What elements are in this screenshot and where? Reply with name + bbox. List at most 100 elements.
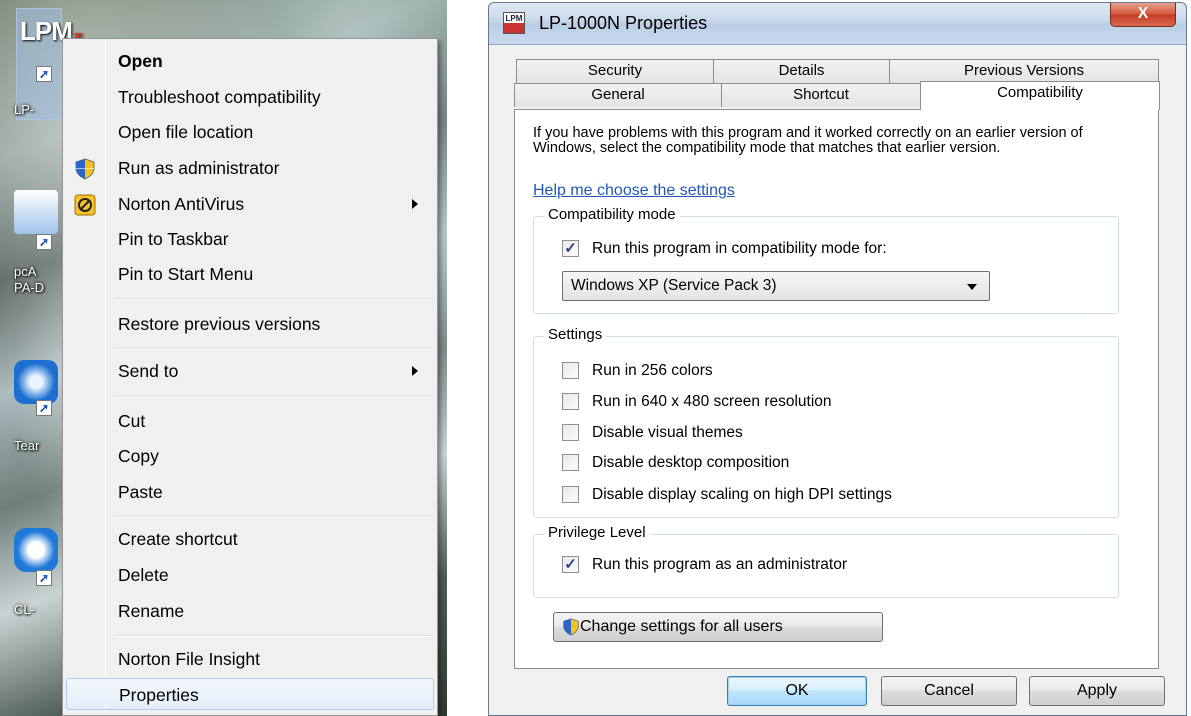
norton-icon bbox=[74, 194, 96, 216]
menu-item-open[interactable]: Open bbox=[66, 45, 434, 77]
menu-item-label: Pin to Start Menu bbox=[118, 264, 254, 284]
program-icon bbox=[14, 190, 58, 234]
menu-item-label: Paste bbox=[118, 482, 163, 502]
change-settings-all-users-button[interactable]: Change settings for all users bbox=[553, 612, 883, 642]
tab-shortcut[interactable]: Shortcut bbox=[721, 83, 921, 107]
menu-item-label: Delete bbox=[118, 565, 169, 585]
dialog-body: Security Details Previous Versions Gener… bbox=[495, 45, 1180, 715]
properties-dialog: LPM LP-1000N Properties X Security Detai… bbox=[488, 2, 1187, 716]
menu-item-label: Send to bbox=[118, 361, 179, 381]
tab-security[interactable]: Security bbox=[516, 59, 714, 83]
chevron-down-icon bbox=[967, 284, 977, 290]
button-label: Change settings for all users bbox=[580, 618, 783, 635]
menu-item-rename[interactable]: Rename bbox=[66, 595, 434, 627]
menu-item-label: Properties bbox=[119, 685, 199, 705]
menu-item-label: Rename bbox=[118, 601, 185, 621]
desktop-icon-teamviewer[interactable]: ➚ Tear bbox=[14, 360, 62, 453]
submenu-arrow-icon bbox=[412, 199, 418, 209]
menu-item-run-as-administrator[interactable]: Run as administrator bbox=[66, 152, 434, 184]
teamviewer-icon bbox=[14, 360, 58, 404]
menu-item-pin-to-start-menu[interactable]: Pin to Start Menu bbox=[66, 258, 434, 290]
menu-item-cut[interactable]: Cut bbox=[66, 405, 434, 437]
checkbox-unchecked[interactable] bbox=[562, 362, 579, 379]
checkbox-unchecked[interactable] bbox=[562, 486, 579, 503]
group-title: Settings bbox=[544, 326, 607, 343]
menu-item-troubleshoot-compatibility[interactable]: Troubleshoot compatibility bbox=[66, 81, 434, 113]
shortcut-arrow-icon: ➚ bbox=[36, 66, 52, 82]
shortcut-arrow-icon: ➚ bbox=[36, 234, 52, 250]
desktop-icon-label: pcA PA-D bbox=[14, 264, 45, 295]
help-choose-settings-link[interactable]: Help me choose the settings bbox=[533, 182, 735, 200]
checkbox-label: Run this program in compatibility mode f… bbox=[592, 240, 887, 257]
checkbox-label: Disable desktop composition bbox=[592, 454, 790, 471]
checkbox-label: Run this program as an administrator bbox=[592, 556, 848, 573]
menu-item-label: Cut bbox=[118, 411, 146, 431]
menu-item-label: Norton AntiVirus bbox=[118, 194, 245, 214]
menu-item-pin-to-taskbar[interactable]: Pin to Taskbar bbox=[66, 223, 434, 255]
menu-separator bbox=[115, 298, 431, 300]
intro-text: If you have problems with this program a… bbox=[533, 125, 1083, 156]
group-title: Compatibility mode bbox=[544, 206, 680, 223]
menu-item-label: Create shortcut bbox=[118, 529, 238, 549]
settings-group: Settings Run in 256 colors Run in 640 x … bbox=[533, 326, 1119, 518]
checkbox-label: Run in 256 colors bbox=[592, 362, 713, 379]
menu-separator bbox=[115, 516, 431, 518]
checkbox-checked[interactable]: ✓ bbox=[562, 556, 579, 573]
checkbox-unchecked[interactable] bbox=[562, 424, 579, 441]
compat-os-dropdown[interactable]: Windows XP (Service Pack 3) bbox=[562, 271, 990, 301]
cancel-button[interactable]: Cancel bbox=[881, 676, 1017, 706]
menu-item-norton-file-insight[interactable]: Norton File Insight bbox=[66, 643, 434, 675]
menu-item-label: Open file location bbox=[118, 122, 254, 142]
tab-general[interactable]: General bbox=[514, 83, 722, 107]
dialog-titlebar[interactable]: LPM LP-1000N Properties X bbox=[489, 3, 1186, 45]
menu-item-label: Troubleshoot compatibility bbox=[118, 87, 321, 107]
menu-item-label: Copy bbox=[118, 446, 159, 466]
menu-item-delete[interactable]: Delete bbox=[66, 559, 434, 591]
ok-button[interactable]: OK bbox=[727, 676, 867, 706]
checkbox-checked[interactable]: ✓ bbox=[562, 240, 579, 257]
group-title: Privilege Level bbox=[544, 524, 650, 541]
tab-compatibility[interactable]: Compatibility bbox=[920, 81, 1160, 110]
menu-item-label: Pin to Taskbar bbox=[118, 229, 229, 249]
checkbox-label: Run in 640 x 480 screen resolution bbox=[592, 393, 832, 410]
dialog-title: LP-1000N Properties bbox=[539, 13, 708, 33]
apply-button[interactable]: Apply bbox=[1029, 676, 1165, 706]
desktop: LPMJE ➚ LP- ➚ pcA PA-D ➚ Tear ➚ CL- Open… bbox=[0, 0, 447, 716]
menu-separator bbox=[115, 396, 431, 398]
menu-separator bbox=[115, 348, 431, 350]
checkbox-label: Disable visual themes bbox=[592, 424, 743, 441]
lpm-app-icon: LPM bbox=[503, 12, 525, 34]
desktop-icon-cl[interactable]: ➚ CL- bbox=[14, 528, 62, 617]
shortcut-arrow-icon: ➚ bbox=[36, 400, 52, 416]
desktop-icon-pca[interactable]: ➚ pcA PA-D bbox=[14, 190, 62, 295]
compatibility-mode-group: Compatibility mode ✓ Run this program in… bbox=[533, 206, 1119, 314]
uac-shield-icon bbox=[75, 158, 95, 180]
shortcut-arrow-icon: ➚ bbox=[36, 570, 52, 586]
menu-item-norton-antivirus[interactable]: Norton AntiVirus bbox=[66, 188, 434, 220]
tab-previous-versions[interactable]: Previous Versions bbox=[889, 59, 1159, 83]
tab-details[interactable]: Details bbox=[713, 59, 890, 83]
menu-item-label: Norton File Insight bbox=[118, 649, 261, 669]
menu-item-label: Restore previous versions bbox=[118, 314, 321, 334]
compatibility-tab-panel: If you have problems with this program a… bbox=[514, 109, 1159, 669]
submenu-arrow-icon bbox=[412, 366, 418, 376]
menu-item-label: Run as administrator bbox=[118, 158, 280, 178]
privilege-level-group: Privilege Level ✓ Run this program as an… bbox=[533, 524, 1119, 598]
program-icon bbox=[14, 528, 58, 572]
menu-item-properties[interactable]: Properties bbox=[66, 678, 434, 710]
menu-item-restore-previous-versions[interactable]: Restore previous versions bbox=[66, 308, 434, 340]
menu-item-label: Open bbox=[118, 51, 163, 71]
menu-item-send-to[interactable]: Send to bbox=[66, 355, 434, 387]
dropdown-value: Windows XP (Service Pack 3) bbox=[571, 277, 777, 294]
menu-separator bbox=[115, 635, 431, 637]
checkbox-label: Disable display scaling on high DPI sett… bbox=[592, 486, 892, 503]
menu-item-paste[interactable]: Paste bbox=[66, 476, 434, 508]
menu-item-open-file-location[interactable]: Open file location bbox=[66, 116, 434, 148]
context-menu: Open Troubleshoot compatibility Open fil… bbox=[62, 38, 438, 716]
checkbox-unchecked[interactable] bbox=[562, 454, 579, 471]
checkbox-unchecked[interactable] bbox=[562, 393, 579, 410]
close-button[interactable]: X bbox=[1110, 3, 1176, 27]
menu-item-copy[interactable]: Copy bbox=[66, 440, 434, 472]
menu-item-create-shortcut[interactable]: Create shortcut bbox=[66, 523, 434, 555]
uac-shield-icon bbox=[563, 618, 579, 636]
